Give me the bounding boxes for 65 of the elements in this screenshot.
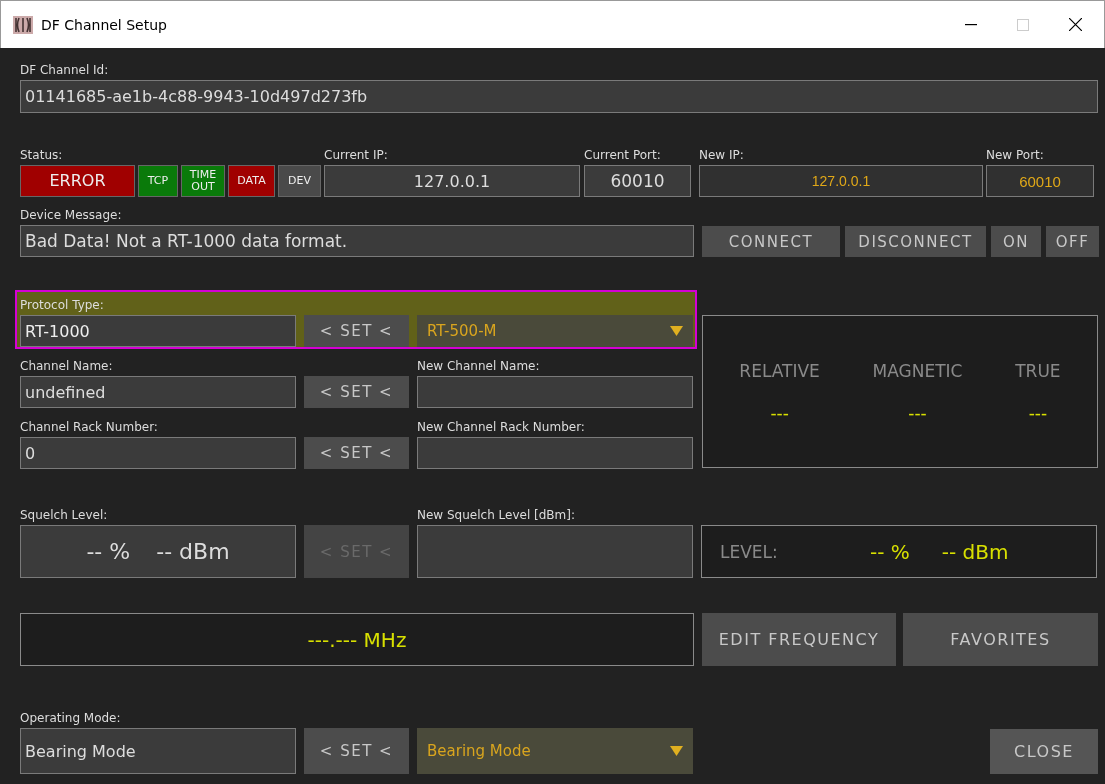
- field-label: Current Port:: [584, 147, 662, 163]
- field-label: New Port:: [986, 147, 1045, 163]
- field-label: Squelch Level:: [20, 507, 109, 523]
- value-field[interactable]: 0: [20, 437, 296, 469]
- field-label: Operating Mode:: [20, 710, 122, 726]
- frequency-value: ---.--- MHz: [307, 627, 407, 652]
- field-label: New Channel Name:: [417, 358, 541, 374]
- connection-button[interactable]: DISCONNECT: [845, 226, 986, 257]
- value-field[interactable]: undefined: [20, 376, 296, 408]
- frequency-button[interactable]: FAVORITES: [903, 613, 1098, 666]
- close-icon[interactable]: [1068, 18, 1082, 31]
- field-label: Current IP:: [324, 147, 389, 163]
- squelch-value: -- %: [86, 539, 131, 564]
- input-field[interactable]: [417, 437, 693, 469]
- set-button[interactable]: < SET <: [304, 376, 409, 408]
- status-indicator: ERROR: [20, 165, 135, 197]
- current-ip-field: 127.0.0.1: [324, 165, 580, 197]
- bearing-label: RELATIVE: [739, 360, 820, 381]
- new-port-field[interactable]: 60010: [986, 165, 1094, 197]
- level-value: -- dBm: [941, 539, 1009, 564]
- current-port-field: 60010: [584, 165, 691, 197]
- status-indicator: DEV: [278, 165, 321, 197]
- channel-id-field[interactable]: 01141685-ae1b-4c88-9943-10d497d273fb: [20, 80, 1098, 113]
- field-label: Status:: [20, 147, 64, 163]
- field-label: Channel Name:: [20, 358, 114, 374]
- caret-icon: [670, 326, 683, 336]
- frequency-button[interactable]: EDIT FREQUENCY: [702, 613, 896, 666]
- field-label: Protocol Type:: [20, 297, 105, 313]
- connection-button[interactable]: CONNECT: [702, 226, 840, 257]
- protocol-dropdown[interactable]: RT-500-M: [417, 315, 693, 347]
- connection-button[interactable]: ON: [991, 226, 1041, 257]
- status-indicator: TIME OUT: [181, 165, 225, 197]
- value-field[interactable]: RT-1000: [20, 315, 296, 347]
- bearing-label: TRUE: [1015, 360, 1061, 381]
- bearing-value: ---: [1028, 402, 1048, 423]
- input-field[interactable]: [417, 525, 693, 578]
- bearing-label: MAGNETIC: [872, 360, 963, 381]
- set-button[interactable]: < SET <: [304, 315, 409, 347]
- level-value: -- %: [870, 539, 910, 564]
- field-label: Channel Rack Number:: [20, 419, 159, 435]
- bearing-value: ---: [908, 402, 927, 423]
- caret-icon: [670, 746, 683, 756]
- set-button[interactable]: < SET <: [304, 437, 409, 469]
- status-indicator: TCP: [138, 165, 178, 197]
- field-label: New Channel Rack Number:: [417, 419, 586, 435]
- squelch-value: -- dBm: [156, 539, 230, 564]
- mode-dropdown[interactable]: Bearing Mode: [417, 728, 693, 774]
- device-message-field: Bad Data! Not a RT-1000 data format.: [20, 225, 694, 257]
- bearing-value: ---: [770, 402, 789, 423]
- field-label: DF Channel Id:: [20, 62, 110, 78]
- connection-button[interactable]: OFF: [1046, 226, 1099, 257]
- field-label: New Squelch Level [dBm]:: [417, 507, 576, 523]
- input-field[interactable]: [417, 376, 693, 408]
- new-ip-field[interactable]: 127.0.0.1: [699, 165, 983, 197]
- window-title: DF Channel Setup: [41, 16, 168, 33]
- minimize-icon[interactable]: [965, 23, 977, 26]
- set-button[interactable]: < SET <: [304, 728, 409, 774]
- field-label: Device Message:: [20, 207, 123, 223]
- close-button[interactable]: CLOSE: [990, 729, 1098, 774]
- level-label: LEVEL:: [720, 541, 779, 562]
- app-icon: [13, 15, 33, 34]
- status-indicator: DATA: [228, 165, 275, 197]
- maximize-icon[interactable]: [1017, 18, 1029, 31]
- field-label: New IP:: [699, 147, 745, 163]
- operating-mode-field: Bearing Mode: [20, 728, 296, 774]
